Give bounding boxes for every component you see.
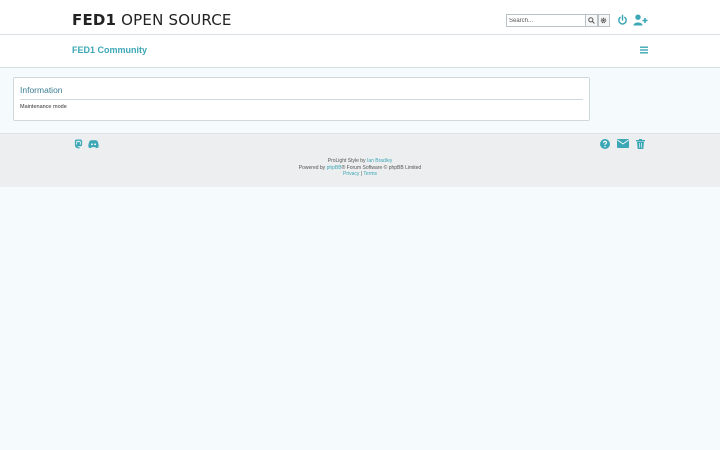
user-plus-icon[interactable]	[633, 14, 648, 26]
terms-link[interactable]: Terms	[363, 171, 377, 177]
search-box	[506, 14, 610, 27]
community-home-link[interactable]: FED1 Community	[72, 45, 147, 55]
top-bar: FED1 OPEN SOURCE	[0, 0, 720, 35]
power-icon[interactable]	[617, 14, 628, 26]
footer-credits: ProLight Style by Ian Bradley Powered by…	[0, 158, 720, 178]
gear-icon	[600, 17, 607, 24]
envelope-icon[interactable]	[617, 139, 629, 148]
trash-icon[interactable]	[636, 139, 645, 149]
footer: ProLight Style by Ian Bradley Powered by…	[0, 133, 720, 187]
search-button[interactable]	[585, 14, 598, 27]
question-circle-icon[interactable]	[600, 139, 610, 149]
advanced-search-button[interactable]	[597, 14, 610, 27]
mastodon-icon[interactable]	[74, 139, 83, 149]
discord-icon[interactable]	[88, 139, 99, 149]
legal-links: Privacy | Terms	[0, 171, 720, 178]
hamburger-icon[interactable]	[640, 46, 648, 54]
logo-rest-text: OPEN SOURCE	[116, 11, 232, 29]
search-icon	[587, 17, 595, 24]
powered-by-suffix: ® Forum Software © phpBB Limited	[341, 164, 422, 171]
phpbb-link[interactable]: phpBB	[327, 165, 342, 171]
maintenance-message: Maintenance mode	[20, 104, 67, 110]
panel-title: Information	[20, 84, 583, 100]
search-input[interactable]	[506, 14, 585, 27]
information-panel: Information Maintenance mode	[13, 77, 590, 121]
privacy-link[interactable]: Privacy	[343, 171, 359, 177]
powered-by-text: Powered by	[298, 164, 327, 171]
site-logo[interactable]: FED1 OPEN SOURCE	[72, 10, 232, 30]
logo-bold-text: FED1	[72, 11, 117, 29]
style-author-link[interactable]: Ian Bradley	[367, 158, 392, 164]
nav-bar: FED1 Community	[0, 35, 720, 68]
style-credit-text: ProLight Style by	[327, 158, 367, 164]
